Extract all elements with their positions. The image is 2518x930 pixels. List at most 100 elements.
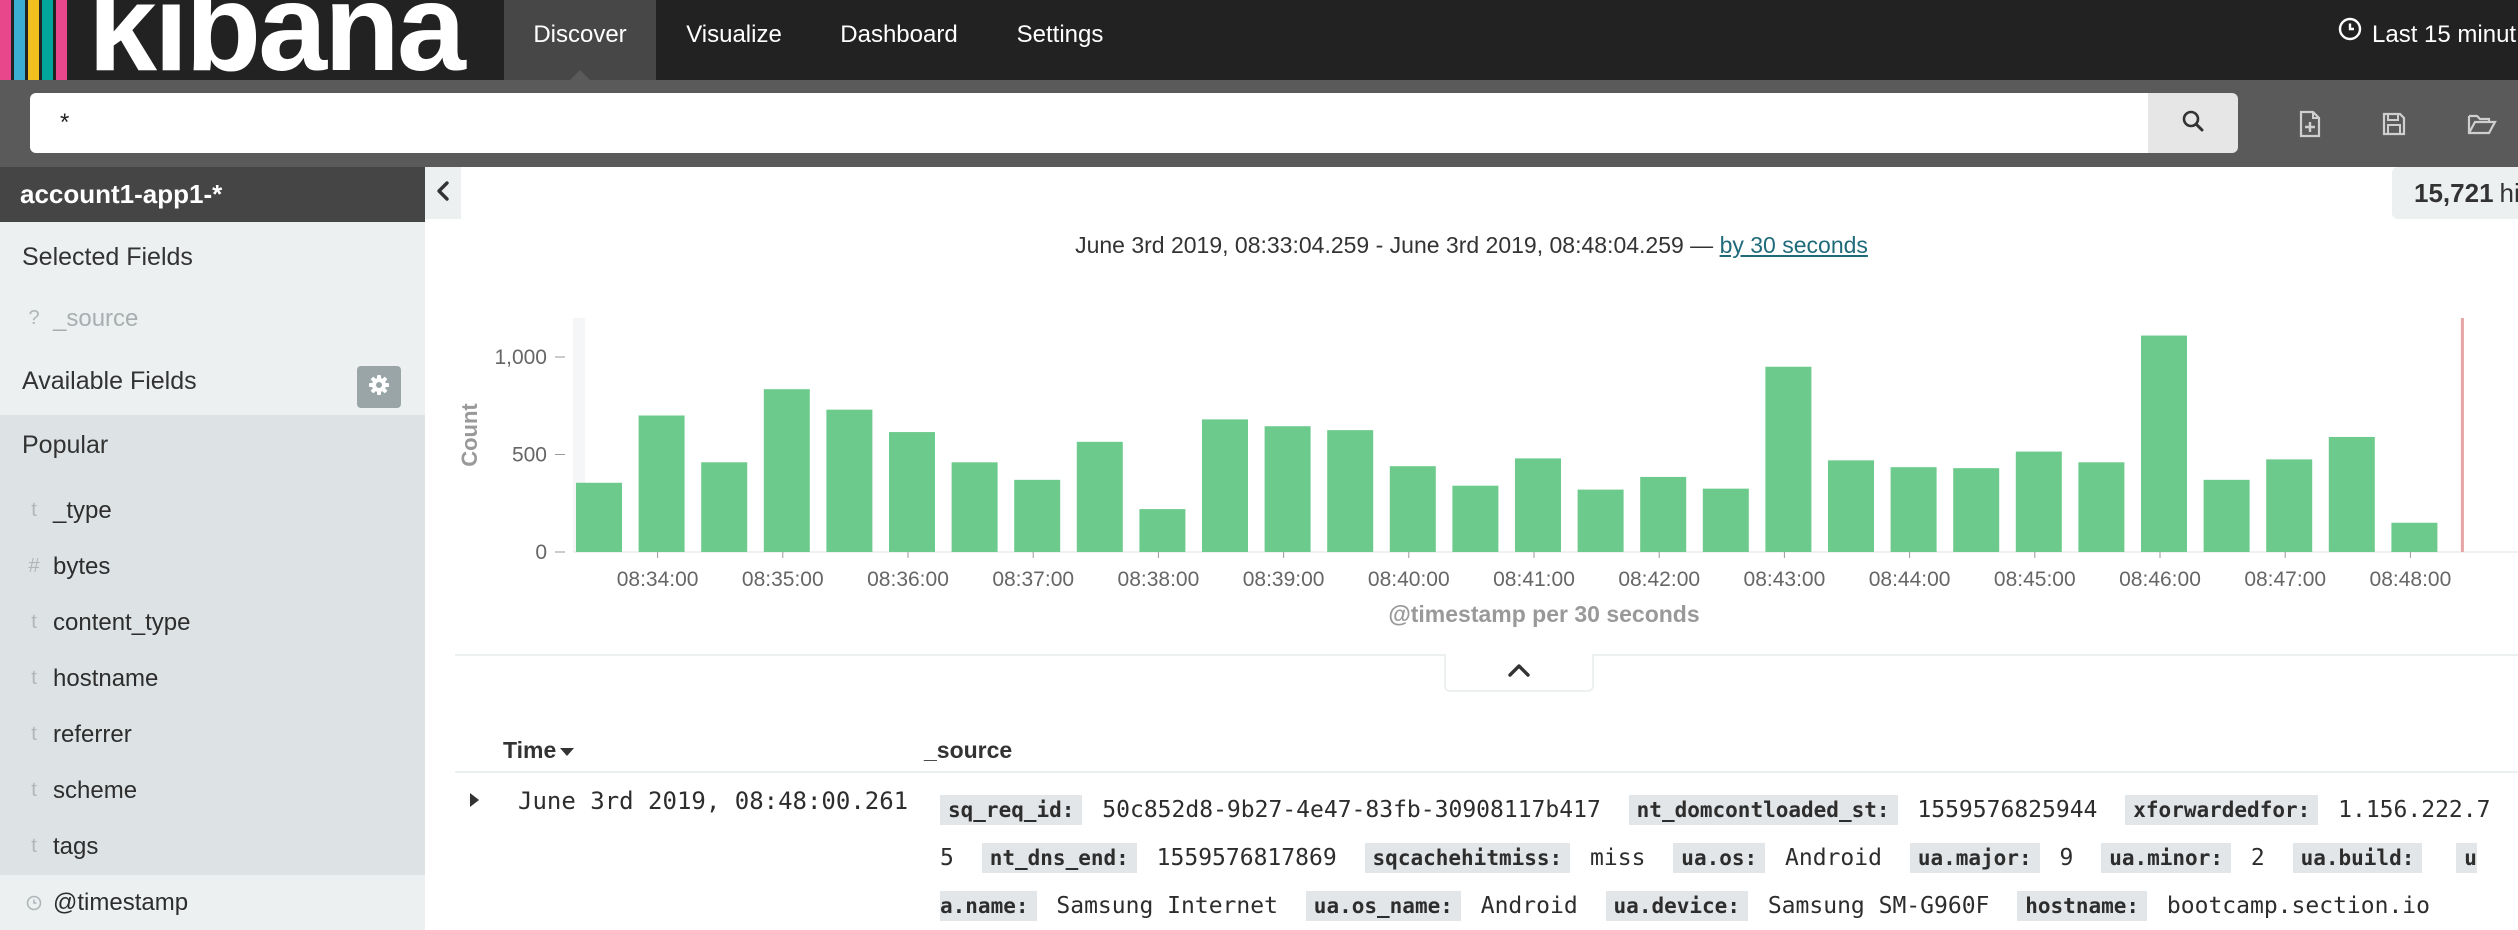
time-range-summary: June 3rd 2019, 08:33:04.259 - June 3rd 2… — [0, 232, 2518, 259]
histogram-bar — [2328, 436, 2375, 552]
time-picker[interactable]: Last 15 minut — [2338, 0, 2516, 80]
histogram-bar — [1953, 468, 2000, 552]
histogram-bar — [1389, 466, 1436, 552]
nav-discover[interactable]: Discover — [504, 0, 656, 80]
x-tick-label: 08:37:00 — [992, 568, 1074, 591]
date-type-icon — [26, 894, 42, 917]
string-type-icon: t — [31, 723, 37, 745]
x-tick-label: 08:34:00 — [617, 568, 699, 591]
histogram-chart: 0 500 1,000 Count 08:34:00 08:35:00 08:36:00 08… — [457, 318, 2518, 627]
time-picker-label: Last 15 minut — [2372, 21, 2517, 48]
x-tick-label: 08:35:00 — [742, 568, 824, 591]
field-name: hostname — [53, 665, 159, 692]
field-name: bytes — [53, 553, 111, 580]
nav-settings[interactable]: Settings — [1014, 0, 1106, 80]
source-field-value: 2 — [2250, 845, 2265, 871]
histogram-bar — [2203, 479, 2250, 552]
new-search-icon — [2297, 110, 2323, 142]
x-tick-label: 08:44:00 — [1869, 568, 1951, 591]
x-tick-label: 08:40:00 — [1368, 568, 1450, 591]
y-axis-title: Count — [457, 403, 482, 467]
kibana-logo-stripes — [0, 0, 70, 80]
nav-dashboard[interactable]: Dashboard — [838, 0, 960, 80]
interval-link[interactable]: by 30 seconds — [1720, 232, 1868, 258]
x-tick-label: 08:41:00 — [1493, 568, 1575, 591]
field-name: referrer — [53, 721, 132, 748]
field-row-referrer[interactable]: t referrer — [0, 713, 425, 759]
source-field-value: 1559576825944 — [1917, 797, 2098, 823]
x-tick-label: 08:43:00 — [1744, 568, 1826, 591]
histogram-bar — [1702, 488, 1749, 552]
histogram-bar — [2141, 335, 2187, 552]
source-field-key: ua.os_name: — [1305, 891, 1461, 921]
string-type-icon: t — [31, 835, 37, 857]
histogram-bar — [1452, 485, 1499, 552]
source-field-key: nt_domcontloaded_st: — [1628, 795, 1898, 825]
field-name: @timestamp — [53, 889, 189, 916]
time-range-text: June 3rd 2019, 08:33:04.259 - June 3rd 2… — [1075, 232, 1720, 258]
field-row-hostname[interactable]: t hostname — [0, 657, 425, 703]
chevron-up-icon — [1507, 662, 1531, 682]
x-tick-label: 08:42:00 — [1618, 568, 1700, 591]
field-sidebar: account1-app1-* Selected Fields ? _sourc… — [0, 167, 425, 930]
top-navbar: kibana Discover Visualize Dashboard Sett… — [0, 0, 2518, 90]
field-row-content-type[interactable]: t content_type — [0, 601, 425, 647]
time-column-header[interactable]: Time — [503, 737, 575, 764]
collapse-sidebar-button[interactable] — [425, 167, 461, 219]
field-row-tags[interactable]: t tags — [0, 825, 425, 871]
histogram-bar — [2078, 462, 2125, 552]
field-row-scheme[interactable]: t scheme — [0, 769, 425, 815]
sort-desc-icon[interactable] — [560, 747, 575, 756]
histogram-bar — [763, 389, 810, 552]
field-row-type[interactable]: t _type — [0, 489, 425, 535]
kibana-logo[interactable]: kibana — [88, 0, 466, 90]
hits-label: hi — [2499, 178, 2518, 208]
nav-visualize[interactable]: Visualize — [684, 0, 784, 80]
histogram-bar — [576, 482, 622, 552]
histogram-bar — [2266, 459, 2313, 552]
expand-row-toggle[interactable] — [470, 793, 479, 807]
x-tick-label: 08:36:00 — [867, 568, 949, 591]
source-field-key: ua.build: — [2292, 843, 2423, 873]
field-name: _type — [53, 497, 112, 524]
x-tick-label: 08:46:00 — [2119, 568, 2201, 591]
save-search-button[interactable] — [2374, 106, 2414, 146]
query-input[interactable] — [30, 93, 2148, 153]
field-type-icon: ? — [28, 307, 40, 329]
index-pattern-selector[interactable]: account1-app1-* — [0, 167, 425, 222]
y-tick-label: 1,000 — [494, 346, 547, 369]
string-type-icon: t — [31, 611, 37, 633]
histogram-bar — [826, 409, 873, 552]
source-column-header: _source — [924, 737, 1013, 763]
source-field-value: bootcamp.section.io — [2166, 893, 2431, 919]
field-row-source[interactable]: ? _source — [0, 297, 425, 343]
source-field-key: ua.minor: — [2101, 843, 2231, 873]
histogram-bar — [1765, 366, 1812, 552]
string-type-icon: t — [31, 499, 37, 521]
field-row-bytes[interactable]: # bytes — [0, 545, 425, 591]
new-search-button[interactable] — [2290, 106, 2330, 146]
x-tick-label: 08:45:00 — [1994, 568, 2076, 591]
hits-counter: 15,721 hi — [2392, 167, 2518, 219]
open-search-button[interactable] — [2462, 106, 2502, 146]
collapse-chart-button[interactable] — [1444, 654, 1594, 692]
source-field-value: Android — [1480, 893, 1578, 919]
source-field-key: ua.device: — [1605, 891, 1748, 921]
field-name: tags — [53, 833, 99, 860]
field-row-timestamp[interactable]: @timestamp — [0, 881, 425, 927]
gear-icon — [368, 374, 390, 400]
histogram-bar — [1202, 419, 1248, 552]
source-field-value: 50c852d8-9b27-4e47-83fb-30908117b417 — [1102, 797, 1601, 823]
source-field-value: Android — [1785, 845, 1882, 871]
y-tick-label: 500 — [512, 444, 547, 467]
source-field-key: sq_req_id: — [940, 795, 1083, 825]
row-source-document: sq_req_id: 50c852d8-9b27-4e47-83fb-30908… — [940, 786, 2500, 930]
hits-count: 15,721 — [2414, 178, 2494, 208]
search-button[interactable] — [2148, 93, 2238, 153]
field-settings-button[interactable] — [357, 366, 401, 408]
source-field-key: sqcachehitmiss: — [1364, 843, 1571, 873]
histogram-bar — [951, 462, 998, 552]
logo-stripe — [0, 0, 11, 80]
source-field-value: Samsung SM-G960F — [1767, 893, 1990, 919]
save-icon — [2381, 111, 2407, 141]
